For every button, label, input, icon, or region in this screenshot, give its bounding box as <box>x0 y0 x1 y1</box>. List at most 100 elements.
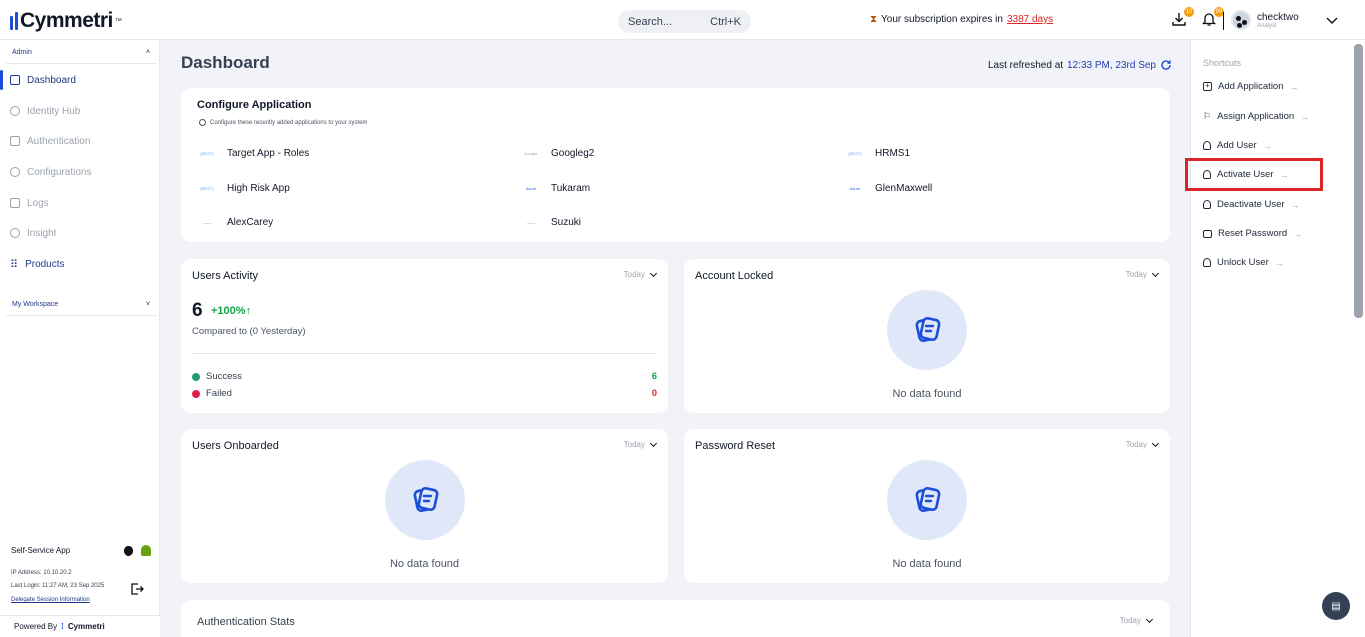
app-logo: Google <box>524 151 538 156</box>
main-content: Dashboard Last refreshed at 12:33 PM, 23… <box>160 40 1190 637</box>
shortcut-deactivate-user[interactable]: Deactivate User → <box>1203 199 1300 210</box>
help-button[interactable]: ▤ <box>1322 592 1350 620</box>
app-item[interactable]: {REST} HRMS1 <box>845 148 910 159</box>
apple-icon[interactable] <box>124 545 133 556</box>
period-dropdown[interactable]: Today <box>1125 439 1160 449</box>
insight-icon <box>10 228 20 238</box>
shortcut-reset-password[interactable]: Reset Password → <box>1203 228 1302 239</box>
shortcut-add-user[interactable]: Add User → <box>1203 140 1272 151</box>
refresh-label: Last refreshed at <box>988 59 1064 71</box>
gear-icon <box>10 167 20 177</box>
download-badge: 10 <box>1184 7 1194 17</box>
user-icon <box>1203 141 1211 150</box>
arrow-right-icon: → <box>1274 257 1284 268</box>
my-workspace-section-header[interactable]: My Workspace ˅ <box>6 294 156 316</box>
period-label: Today <box>1119 616 1141 625</box>
chevron-down-icon <box>1145 615 1154 623</box>
hourglass-icon: ⧗ <box>870 14 878 25</box>
page-scrollbar[interactable] <box>1354 44 1363 318</box>
period-label: Today <box>623 270 645 279</box>
logs-icon <box>10 198 20 208</box>
topbar-divider <box>1223 12 1224 30</box>
refresh-icon[interactable] <box>1160 59 1172 71</box>
chevron-down-icon <box>1151 269 1160 277</box>
logo-text: Cymmetri <box>20 9 113 32</box>
period-label: Today <box>1125 440 1147 449</box>
chevron-down-icon: ˅ <box>145 301 150 308</box>
shortcut-label: Assign Application <box>1217 111 1295 122</box>
plus-square-icon: + <box>1203 82 1212 91</box>
sidebar-item-identity-hub[interactable]: Identity Hub <box>0 98 160 124</box>
shortcut-label: Unlock User <box>1217 257 1269 268</box>
password-reset-title: Password Reset <box>695 440 776 452</box>
sidebar-item-label: Dashboard <box>27 74 76 86</box>
configure-title: Configure Application <box>197 99 312 111</box>
download-button[interactable]: 10 <box>1171 7 1194 29</box>
app-name: Tukaram <box>551 183 591 194</box>
subscription-days-link[interactable]: 3387 days <box>1007 14 1053 25</box>
cymmetri-logo[interactable]: Cymmetri ™ <box>10 9 122 33</box>
refresh-time: 12:33 PM, 23rd Sep <box>1067 59 1156 71</box>
shortcut-assign-application[interactable]: ⚐ Assign Application → <box>1203 111 1309 122</box>
account-locked-title: Account Locked <box>695 270 774 282</box>
app-item[interactable]: Google Googleg2 <box>521 148 595 159</box>
period-label: Today <box>623 440 645 449</box>
sidebar: Admin ˄ Dashboard Identity Hub Authentic… <box>0 40 160 637</box>
logout-icon[interactable] <box>129 581 145 597</box>
ip-address: IP Address: 10.10.20.2 <box>11 570 72 576</box>
chevron-down-icon <box>1151 439 1160 447</box>
search-input[interactable]: Search... Ctrl+K <box>618 10 751 33</box>
app-item[interactable]: {REST} Target App - Roles <box>197 148 309 159</box>
sidebar-item-logs[interactable]: Logs <box>0 190 160 216</box>
sidebar-item-products[interactable]: ⠿ Products <box>0 251 160 277</box>
shortcut-add-application[interactable]: + Add Application → <box>1203 81 1299 92</box>
authentication-stats-card: Authentication Stats Today <box>181 600 1170 637</box>
android-icon[interactable] <box>141 545 151 556</box>
chevron-down-icon[interactable] <box>1325 15 1339 25</box>
logo-mark-icon <box>10 12 18 30</box>
user-name: checktwo <box>1257 11 1299 23</box>
ip-label: IP Address: <box>11 570 42 576</box>
period-dropdown[interactable]: Today <box>623 439 658 449</box>
key-icon <box>10 136 20 146</box>
shortcut-unlock-user[interactable]: Unlock User → <box>1203 257 1284 268</box>
app-name: Googleg2 <box>551 148 595 159</box>
notifications-button[interactable]: 99 <box>1201 7 1224 29</box>
sidebar-item-authentication[interactable]: Authentication <box>0 128 160 154</box>
powered-by-label: Powered By <box>14 622 58 631</box>
chevron-down-icon <box>649 269 658 277</box>
shortcut-label: Deactivate User <box>1217 199 1285 210</box>
failed-label: Failed <box>206 388 232 399</box>
period-dropdown[interactable]: Today <box>623 269 658 279</box>
sidebar-item-label: Products <box>25 258 65 270</box>
sidebar-item-dashboard[interactable]: Dashboard <box>0 67 160 93</box>
change-value: +100% <box>211 305 246 317</box>
app-item[interactable]: —— Suzuki <box>521 217 581 228</box>
app-item[interactable]: —— AlexCarey <box>197 217 273 228</box>
app-name: Target App - Roles <box>227 148 310 159</box>
chevron-up-icon: ˄ <box>145 49 150 56</box>
book-icon: ▤ <box>1331 600 1341 612</box>
chevron-down-icon <box>649 439 658 447</box>
empty-state-label: No data found <box>892 388 962 400</box>
app-item[interactable]: Azure Tukaram <box>521 183 590 194</box>
user-role: Analyst <box>1257 22 1277 29</box>
sidebar-item-insight[interactable]: Insight <box>0 220 160 246</box>
delegate-session-link[interactable]: Delegate Session Information <box>11 597 90 603</box>
period-dropdown[interactable]: Today <box>1126 269 1160 279</box>
success-dot-icon <box>192 372 200 381</box>
app-item[interactable]: Azure GlenMaxwell <box>845 183 932 194</box>
dashboard-icon <box>10 75 20 85</box>
success-value: 6 <box>651 371 657 382</box>
last-login: Last Login: 11:27 AM, 23 Sep 2025 <box>11 583 104 589</box>
sidebar-item-configurations[interactable]: Configurations <box>0 159 160 185</box>
users-activity-change: +100%↑ <box>211 305 251 317</box>
admin-section-header[interactable]: Admin ˄ <box>6 42 156 64</box>
app-logo: {REST} <box>200 151 214 156</box>
success-legend: Success <box>192 371 242 382</box>
user-menu[interactable]: checktwo Analyst <box>1231 10 1339 30</box>
app-item[interactable]: {REST} High Risk App <box>197 183 289 194</box>
top-bar: Cymmetri ™ Search... Ctrl+K ⧗ Your subsc… <box>0 0 1365 40</box>
users-activity-title: Users Activity <box>192 270 259 282</box>
period-dropdown[interactable]: Today <box>1119 615 1154 625</box>
